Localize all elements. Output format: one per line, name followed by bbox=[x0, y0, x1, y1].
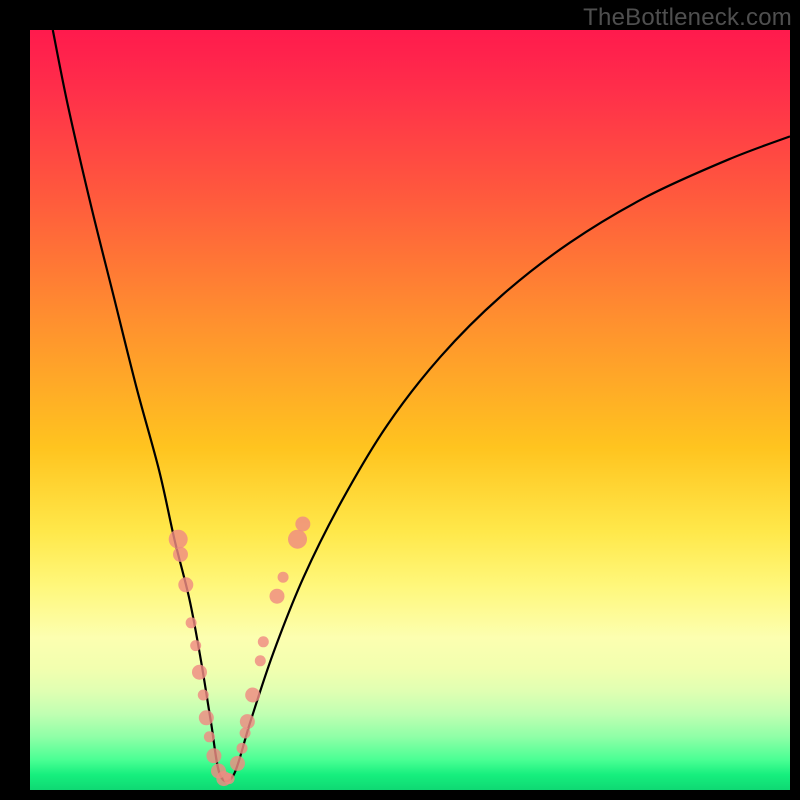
watermark-text: TheBottleneck.com bbox=[583, 4, 792, 32]
data-point bbox=[204, 731, 215, 742]
data-point bbox=[192, 665, 207, 680]
data-point bbox=[245, 688, 260, 703]
data-point bbox=[178, 577, 193, 592]
data-point bbox=[224, 773, 235, 784]
data-point bbox=[270, 589, 285, 604]
data-point bbox=[295, 517, 310, 532]
data-point bbox=[186, 617, 197, 628]
data-point bbox=[255, 655, 266, 666]
data-point bbox=[240, 714, 255, 729]
data-point bbox=[240, 728, 251, 739]
data-point bbox=[288, 530, 307, 549]
bottleneck-curve bbox=[53, 30, 790, 781]
data-point bbox=[169, 530, 188, 549]
data-point bbox=[199, 710, 214, 725]
data-point bbox=[237, 743, 248, 754]
data-points bbox=[169, 517, 311, 787]
data-point bbox=[206, 748, 221, 763]
chart-frame: TheBottleneck.com bbox=[0, 0, 800, 800]
data-point bbox=[198, 690, 209, 701]
curve-layer bbox=[30, 30, 790, 790]
data-point bbox=[230, 756, 245, 771]
plot-area bbox=[30, 30, 790, 790]
data-point bbox=[173, 547, 188, 562]
data-point bbox=[278, 572, 289, 583]
data-point bbox=[258, 636, 269, 647]
data-point bbox=[190, 640, 201, 651]
